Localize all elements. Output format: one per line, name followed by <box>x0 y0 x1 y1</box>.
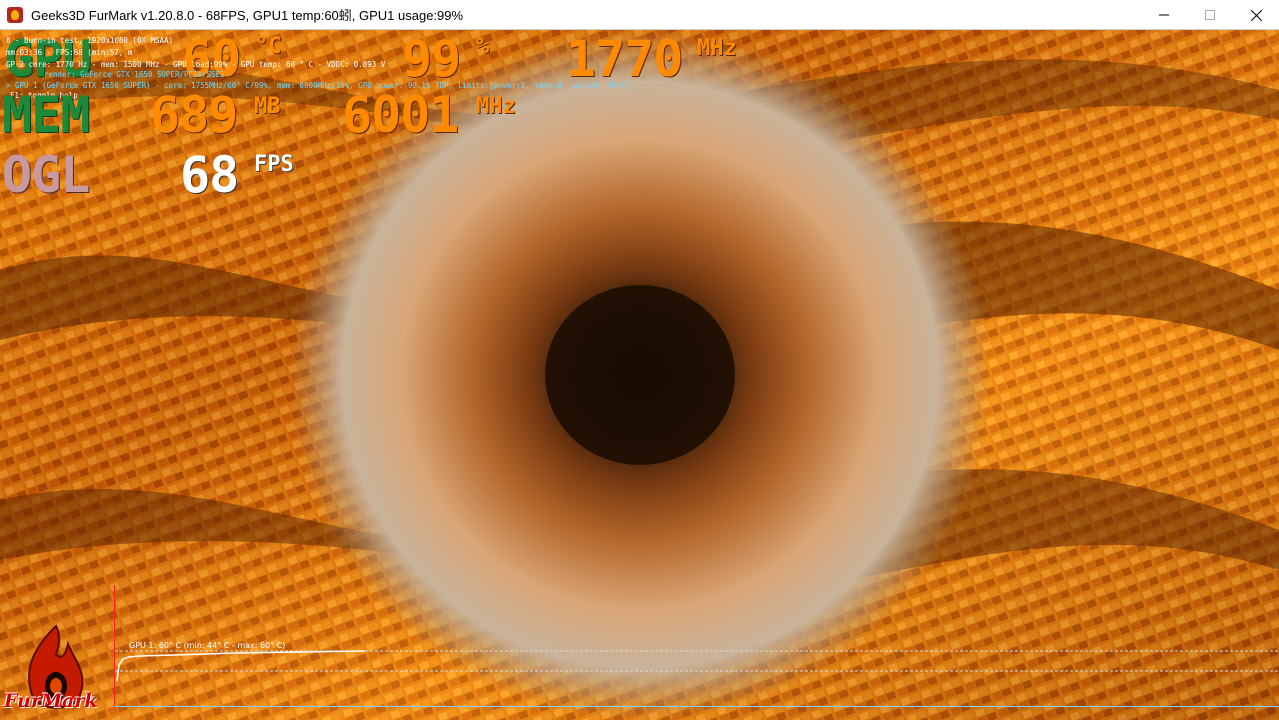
render-viewport[interactable]: GPU 60 °C 99 % 1770 MHz 8 - Burn-in test… <box>0 30 1279 720</box>
mem-used-value: 689 <box>150 86 238 144</box>
info-line-renderer: render: GeForce GTX 1650 SUPER/PCIe/SSE2 <box>44 70 225 79</box>
gpu-usage-value: 99 <box>402 30 461 88</box>
gpu-clock-unit: MHz <box>697 36 737 61</box>
info-line-test: 8 - Burn-in test, 1920x1080 (0X MSAA) <box>6 36 174 45</box>
fps-value: 68 <box>180 146 239 204</box>
furmark-app-icon[interactable] <box>7 6 23 23</box>
mem-clock-value: 6001 <box>342 86 459 144</box>
close-button[interactable] <box>1233 0 1279 30</box>
graph-temperature-label: GPU 1: 60° C (min: 44° C - max: 60° C) <box>129 641 286 650</box>
minimize-icon <box>1159 14 1169 16</box>
gpu-clock-value: 1770 <box>566 30 683 88</box>
window-title: Geeks3D FurMark v1.20.8.0 - 68FPS, GPU1 … <box>31 8 464 23</box>
furmark-logo-text: FurMark <box>4 690 98 712</box>
title-bar[interactable]: Geeks3D FurMark v1.20.8.0 - 68FPS, GPU1 … <box>0 0 1279 30</box>
gpu-temperature-unit: °C <box>255 34 282 59</box>
gpu-temperature-graph: GPU 1: 60° C (min: 44° C - max: 60° C) <box>114 585 1279 707</box>
minimize-button[interactable] <box>1141 0 1187 30</box>
ogl-label: OGL <box>2 146 90 204</box>
maximize-button[interactable] <box>1187 0 1233 30</box>
info-line-fps: mm:03:36 - FPS:68 (min:57, m <box>6 48 133 57</box>
mem-label: MEM <box>2 86 90 144</box>
mem-used-unit: MB <box>254 94 281 119</box>
gpu-usage-unit: % <box>476 34 490 59</box>
temperature-graph-plot <box>115 650 1278 682</box>
maximize-icon <box>1205 10 1215 20</box>
fps-unit: FPS <box>254 152 294 177</box>
mem-clock-unit: MHz <box>476 94 516 119</box>
info-line-clocks: GP 2 core: 1770 Hz - mem: 1500 MHz - GPU… <box>6 60 386 69</box>
window-controls <box>1141 0 1279 30</box>
info-line-gpu-status: > GPU 1 (GeForce GTX 1650 SUPER) - core:… <box>6 81 630 90</box>
close-icon <box>1250 9 1262 21</box>
